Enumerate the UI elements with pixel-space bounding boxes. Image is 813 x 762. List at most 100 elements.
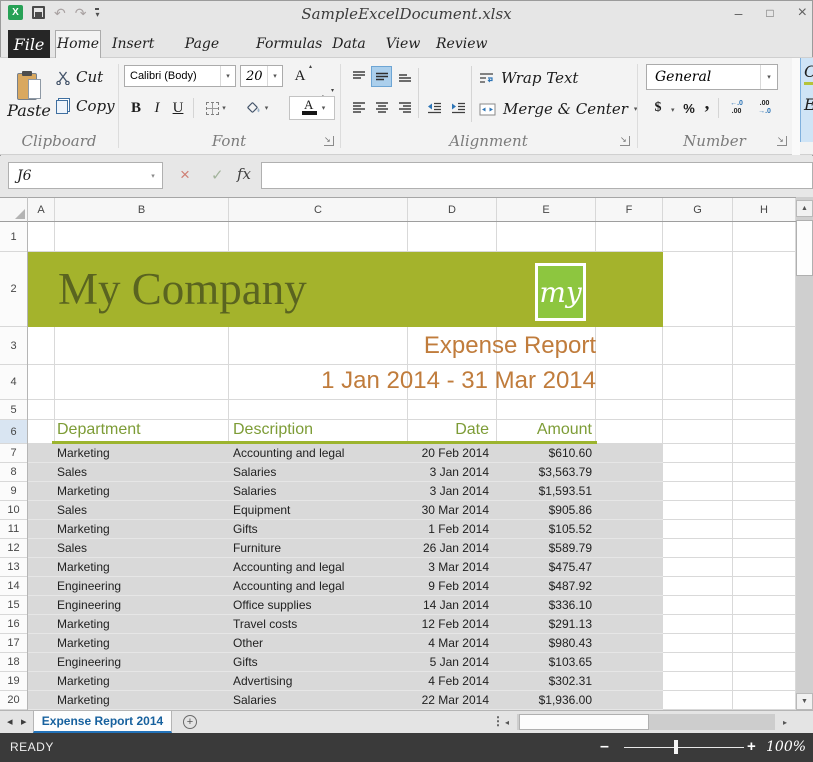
cell-amount[interactable]: $1,936.00 <box>468 691 592 709</box>
font-dialog-launcher[interactable]: ↘ <box>324 136 334 146</box>
cell-department[interactable]: Sales <box>57 501 87 519</box>
cell-amount[interactable]: $302.31 <box>468 672 592 690</box>
company-banner[interactable]: My Company my <box>28 252 663 327</box>
copy-button[interactable]: Copy <box>56 95 115 117</box>
horizontal-scrollbar[interactable] <box>517 714 775 730</box>
increase-decimal-button[interactable]: ←.0 .00 <box>724 96 749 120</box>
scroll-up-icon[interactable]: ▲ <box>796 200 813 217</box>
row-header-12[interactable]: 12 <box>0 539 27 558</box>
select-all-corner[interactable] <box>0 197 28 222</box>
sheet-nav-left-icon[interactable]: ◂ <box>7 715 13 728</box>
row-header-20[interactable]: 20 <box>0 691 27 710</box>
vertical-scrollbar[interactable]: ▲ ▼ <box>796 197 813 710</box>
cell-description[interactable]: Salaries <box>233 482 276 500</box>
row-header-1[interactable]: 1 <box>0 222 27 252</box>
tab-formulas[interactable]: Formulas <box>256 31 322 58</box>
row-header-3[interactable]: 3 <box>0 327 27 365</box>
report-title[interactable]: Expense Report <box>296 328 596 365</box>
cell-description[interactable]: Advertising <box>233 672 292 690</box>
zoom-level[interactable]: 100% <box>766 733 806 761</box>
font-name-combobox[interactable]: Calibri (Body) ▾ <box>124 65 236 87</box>
styles-group-cutoff[interactable]: C E <box>800 58 813 142</box>
cell-description[interactable]: Salaries <box>233 463 276 481</box>
merge-center-button[interactable]: Merge & Center ▾ <box>479 98 637 120</box>
name-box[interactable]: J6 ▾ <box>8 162 163 189</box>
row-header-8[interactable]: 8 <box>0 463 27 482</box>
sheet-area[interactable]: My Company my Expense Report 1 Jan 2014 … <box>28 222 796 710</box>
row-header-4[interactable]: 4 <box>0 365 27 400</box>
scroll-left-icon[interactable]: ◂ <box>499 714 515 730</box>
align-left-button[interactable] <box>348 97 369 118</box>
column-header-A[interactable]: A <box>28 198 55 221</box>
cell-description[interactable]: Office supplies <box>233 596 312 614</box>
cell-department[interactable]: Marketing <box>57 482 110 500</box>
bold-button[interactable]: B <box>126 96 146 120</box>
cell-description[interactable]: Other <box>233 634 263 652</box>
chevron-down-icon[interactable]: ▾ <box>671 106 675 114</box>
align-right-button[interactable] <box>394 97 415 118</box>
cell-department[interactable]: Engineering <box>57 596 121 614</box>
column-header-G[interactable]: G <box>663 198 733 221</box>
accounting-format-button[interactable]: $ <box>650 96 666 120</box>
report-period[interactable]: 1 Jan 2014 - 31 Mar 2014 <box>268 365 596 400</box>
row-header-2[interactable]: 2 <box>0 252 27 327</box>
cell-department[interactable]: Engineering <box>57 577 121 595</box>
decrease-decimal-button[interactable]: .00 →.0 <box>752 96 777 120</box>
chevron-down-icon[interactable]: ▾ <box>267 66 282 86</box>
row-header-16[interactable]: 16 <box>0 615 27 634</box>
paste-button[interactable]: Paste <box>6 63 52 127</box>
number-dialog-launcher[interactable]: ↘ <box>777 136 787 146</box>
cell-amount[interactable]: $1,593.51 <box>468 482 592 500</box>
cell-department[interactable]: Engineering <box>57 653 121 671</box>
grow-font-button[interactable]: A ▴ <box>289 64 312 87</box>
tab-review[interactable]: Review <box>436 31 487 58</box>
cell-department[interactable]: Marketing <box>57 615 110 633</box>
align-middle-button[interactable] <box>371 66 392 87</box>
row-header-5[interactable]: 5 <box>0 400 27 420</box>
row-header-7[interactable]: 7 <box>0 444 27 463</box>
cell-amount[interactable]: $291.13 <box>468 615 592 633</box>
cell-amount[interactable]: $103.65 <box>468 653 592 671</box>
tab-file[interactable]: File <box>8 30 50 58</box>
cell-department[interactable]: Marketing <box>57 672 110 690</box>
cell-department[interactable]: Marketing <box>57 520 110 538</box>
italic-button[interactable]: I <box>148 96 166 120</box>
table-header-date[interactable]: Date <box>408 418 489 441</box>
scroll-right-icon[interactable]: ▸ <box>777 714 793 730</box>
decrease-indent-button[interactable] <box>424 97 445 118</box>
font-color-button[interactable]: A ▾ <box>289 96 335 120</box>
cell-amount[interactable]: $105.52 <box>468 520 592 538</box>
chevron-down-icon[interactable]: ▾ <box>760 65 777 89</box>
zoom-slider-handle[interactable] <box>674 740 678 754</box>
cell-description[interactable]: Equipment <box>233 501 290 519</box>
cell-description[interactable]: Accounting and legal <box>233 558 344 576</box>
column-header-C[interactable]: C <box>229 198 408 221</box>
column-header-F[interactable]: F <box>596 198 663 221</box>
sheet-tab-active[interactable]: Expense Report 2014 <box>33 711 172 733</box>
align-bottom-button[interactable] <box>394 66 415 87</box>
cell-amount[interactable]: $980.43 <box>468 634 592 652</box>
borders-button[interactable]: ▾ <box>199 96 233 120</box>
column-header-H[interactable]: H <box>733 198 796 221</box>
cell-amount[interactable]: $610.60 <box>468 444 592 462</box>
increase-indent-button[interactable] <box>448 97 469 118</box>
cell-department[interactable]: Marketing <box>57 634 110 652</box>
align-center-button[interactable] <box>371 97 392 118</box>
chevron-down-icon[interactable]: ▾ <box>322 104 326 112</box>
row-header-10[interactable]: 10 <box>0 501 27 520</box>
cell-description[interactable]: Furniture <box>233 539 281 557</box>
formula-input[interactable] <box>261 162 813 189</box>
number-format-combobox[interactable]: General ▾ <box>646 64 778 90</box>
cell-department[interactable]: Sales <box>57 463 87 481</box>
underline-button[interactable]: U <box>168 96 188 120</box>
row-header-14[interactable]: 14 <box>0 577 27 596</box>
cell-department[interactable]: Marketing <box>57 558 110 576</box>
row-header-15[interactable]: 15 <box>0 596 27 615</box>
cut-button[interactable]: Cut <box>56 66 103 88</box>
cell-amount[interactable]: $3,563.79 <box>468 463 592 481</box>
column-header-B[interactable]: B <box>55 198 229 221</box>
row-header-9[interactable]: 9 <box>0 482 27 501</box>
close-button[interactable]: × <box>798 3 807 23</box>
sheet-nav-right-icon[interactable]: ▸ <box>21 715 27 728</box>
horizontal-scroll-thumb[interactable] <box>519 714 649 730</box>
